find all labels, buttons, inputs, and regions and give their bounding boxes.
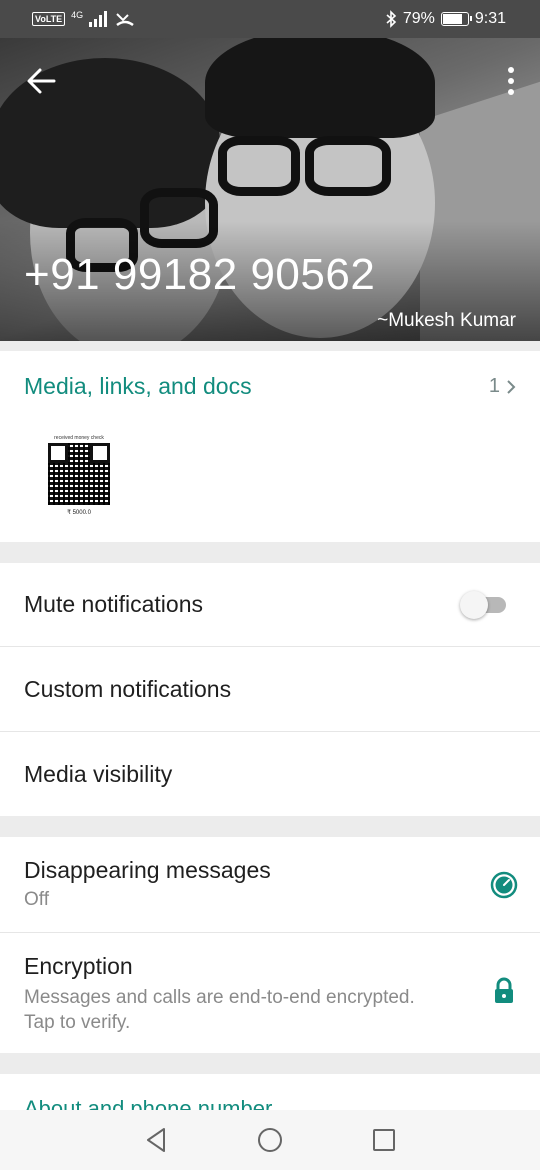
qr-code-image [48, 443, 110, 505]
encryption-description: Messages and calls are end-to-end encryp… [24, 985, 415, 1035]
disappearing-messages-label: Disappearing messages [24, 857, 271, 883]
network-label: 4G [71, 9, 84, 20]
mute-notifications-label: Mute notifications [24, 591, 203, 617]
mute-notifications-toggle[interactable] [460, 591, 506, 619]
media-links-docs-label[interactable]: Media, links, and docs [24, 373, 252, 400]
battery-icon [440, 12, 472, 26]
more-options-icon[interactable] [504, 66, 518, 96]
thumbnail-amount: ₹ 5000.0 [67, 510, 91, 516]
nav-back-icon [147, 1128, 165, 1152]
custom-notifications-row[interactable]: Custom notifications [0, 647, 540, 732]
nav-recents-icon [373, 1129, 395, 1151]
encryption-row[interactable]: Encryption Messages and calls are end-to… [0, 933, 540, 1053]
nav-home-button[interactable] [253, 1123, 287, 1157]
status-right: 79% 9:31 [385, 10, 506, 28]
battery-percent: 79% [402, 10, 435, 27]
system-navigation-bar [0, 1110, 540, 1170]
notification-settings-card: Mute notifications Custom notifications … [0, 563, 540, 816]
status-left: VoLTE 4G [32, 9, 135, 27]
missed-call-icon [116, 13, 134, 27]
media-header[interactable]: Media, links, and docs 1 [24, 373, 516, 400]
media-count[interactable]: 1 [489, 373, 516, 400]
nav-back-button[interactable] [139, 1123, 173, 1157]
disappearing-messages-row[interactable]: Disappearing messages Off [0, 837, 540, 933]
disappearing-messages-value: Off [24, 889, 49, 910]
media-links-docs-card: Media, links, and docs 1 received money … [0, 351, 540, 542]
status-bar: VoLTE 4G 79% 9:31 [0, 0, 540, 38]
privacy-settings-card: Disappearing messages Off Encryption Mes… [0, 837, 540, 1053]
media-count-value: 1 [488, 375, 500, 397]
media-visibility-row[interactable]: Media visibility [0, 732, 540, 816]
profile-photo-header[interactable]: +91 99182 90562 ~Mukesh Kumar [0, 38, 540, 341]
photo-glasses [305, 136, 391, 196]
volte-badge: VoLTE [32, 12, 66, 26]
photo-hair-right [205, 38, 435, 138]
mute-notifications-row[interactable]: Mute notifications [0, 563, 540, 647]
clock: 9:31 [474, 10, 506, 27]
encryption-label: Encryption [24, 953, 133, 979]
nav-recents-button[interactable] [367, 1123, 401, 1157]
back-arrow-icon[interactable] [24, 64, 58, 98]
chevron-right-icon [507, 379, 516, 394]
media-thumbnail[interactable]: received money check ₹ 5000.0 [46, 435, 112, 521]
encryption-description-line1: Messages and calls are end-to-end encryp… [24, 987, 415, 1008]
custom-notifications-label: Custom notifications [24, 676, 232, 702]
media-visibility-label: Media visibility [24, 761, 173, 787]
photo-glasses [218, 136, 300, 196]
nav-home-icon [258, 1128, 282, 1152]
lock-icon [495, 977, 513, 1003]
battery-fill [442, 14, 462, 24]
about-phone-card[interactable]: About and phone number [0, 1074, 540, 1114]
contact-phone-number: +91 99182 90562 [24, 250, 376, 299]
timer-icon [490, 871, 518, 899]
encryption-description-line2: Tap to verify. [24, 1012, 131, 1033]
signal-icon [89, 11, 108, 27]
thumbnail-caption: received money check [54, 435, 104, 441]
toggle-knob [460, 591, 488, 619]
contact-push-name: ~Mukesh Kumar [377, 310, 516, 331]
bluetooth-icon [386, 10, 396, 28]
